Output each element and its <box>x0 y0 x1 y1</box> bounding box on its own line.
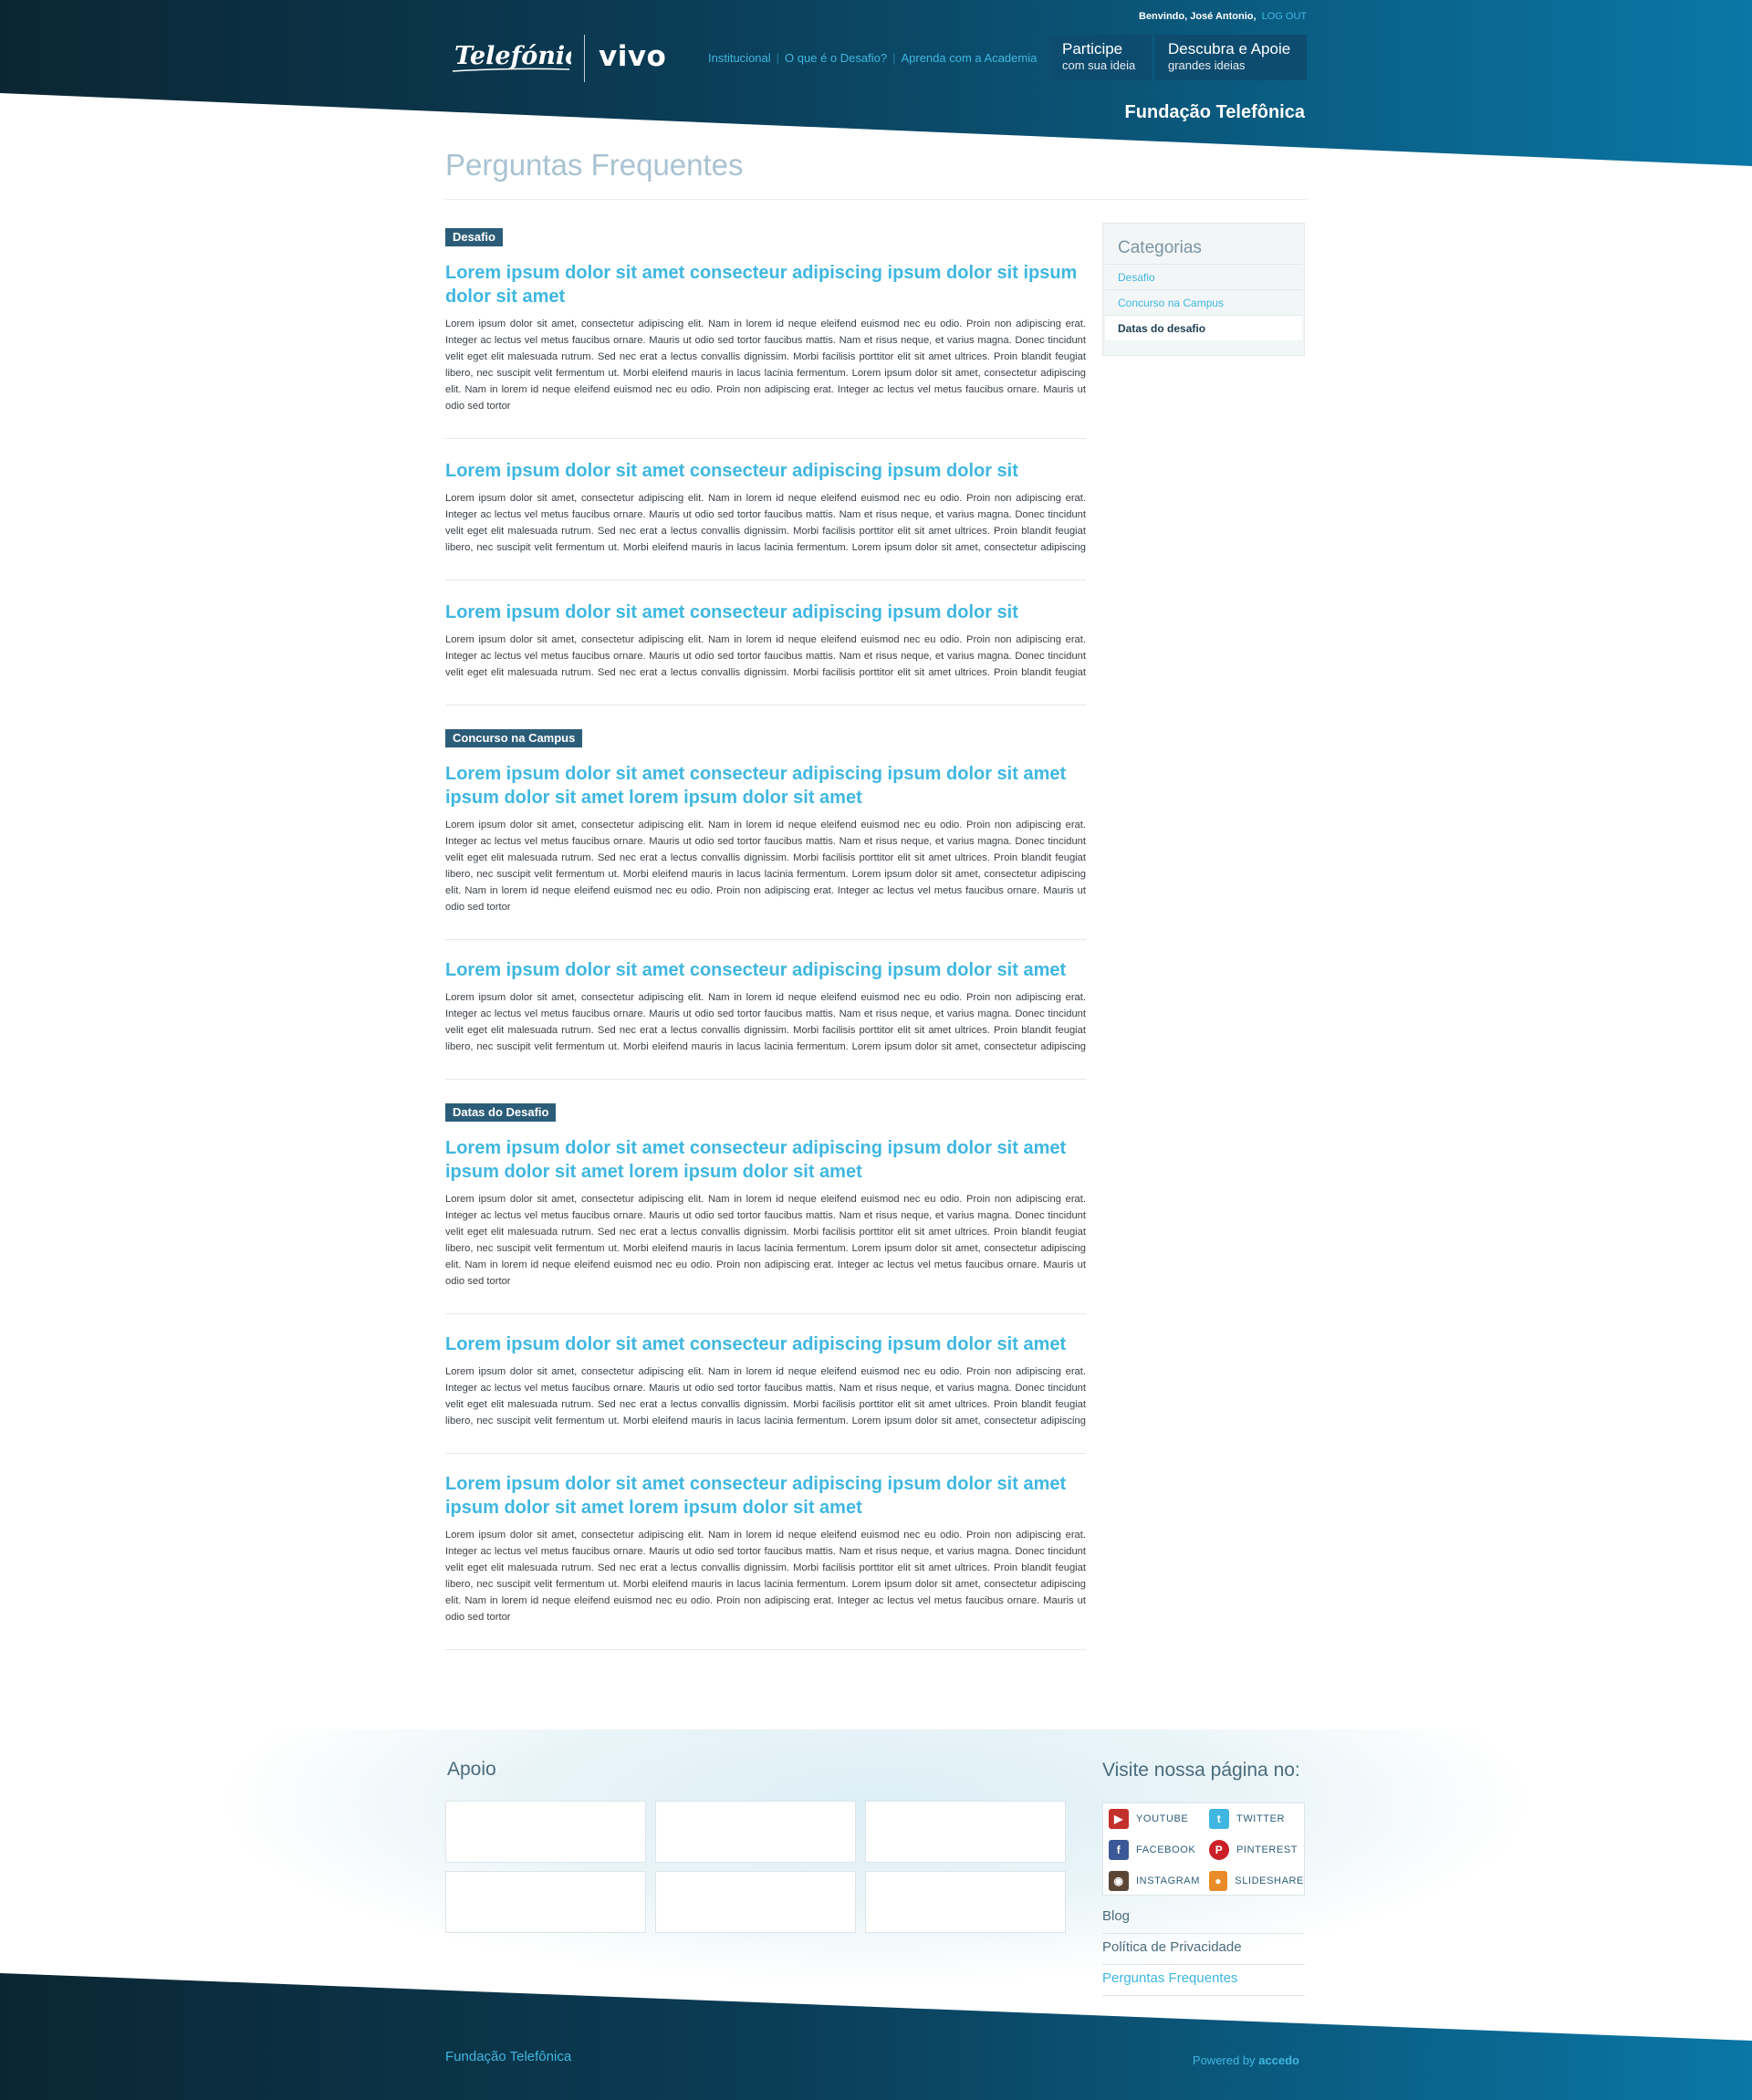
participe-subtitle: com sua ideia <box>1062 58 1136 72</box>
title-divider <box>445 199 1307 200</box>
faq-question[interactable]: Lorem ipsum dolor sit amet consecteur ad… <box>445 1136 1086 1184</box>
footer-link-privacy[interactable]: Política de Privacidade <box>1102 1934 1305 1965</box>
telefonica-logo[interactable]: Telefónica <box>451 35 571 78</box>
faq-answer: Lorem ipsum dolor sit amet, consectetur … <box>445 493 1086 553</box>
nav-o-que-e-o-desafio[interactable]: O que é o Desafio? <box>785 51 887 65</box>
faq-item: Lorem ipsum dolor sit amet consecteur ad… <box>445 1136 1086 1314</box>
sponsor-logo-slot[interactable] <box>445 1871 646 1933</box>
category-tag-datas-do-desafio: Datas do Desafio <box>445 1103 557 1122</box>
sidebar-item-desafio[interactable]: Desafio <box>1105 264 1302 289</box>
faq-item: Lorem ipsum dolor sit amet consecteur ad… <box>445 459 1086 580</box>
social-label: PINTEREST <box>1236 1844 1298 1855</box>
page-title: Perguntas Frequentes <box>445 148 744 182</box>
youtube-icon: ▶ <box>1109 1809 1129 1829</box>
powered-by-label: Powered by <box>1192 2053 1256 2067</box>
faq-answer: Lorem ipsum dolor sit amet, consectetur … <box>445 319 1086 412</box>
social-pinterest[interactable]: P PINTEREST <box>1204 1834 1304 1865</box>
social-label: TWITTER <box>1236 1813 1286 1824</box>
social-slideshare[interactable]: ● SLIDESHARE <box>1204 1865 1304 1896</box>
social-label: SLIDESHARE <box>1235 1875 1304 1886</box>
social-twitter[interactable]: t TWITTER <box>1204 1803 1304 1834</box>
faq-question[interactable]: Lorem ipsum dolor sit amet consecteur ad… <box>445 459 1086 483</box>
faq-item: Lorem ipsum dolor sit amet consecteur ad… <box>445 1472 1086 1650</box>
footer-dark-background <box>0 1973 1752 2100</box>
faq-question[interactable]: Lorem ipsum dolor sit amet consecteur ad… <box>445 1472 1086 1520</box>
nav-institucional[interactable]: Institucional <box>708 51 771 65</box>
descubra-title: Descubra e Apoie <box>1168 40 1291 57</box>
apoio-title: Apoio <box>447 1759 496 1780</box>
social-label: YOUTUBE <box>1136 1813 1189 1824</box>
faq-question[interactable]: Lorem ipsum dolor sit amet consecteur ad… <box>445 762 1086 810</box>
footer-link-blog[interactable]: Blog <box>1102 1903 1305 1934</box>
header-background <box>0 0 1752 166</box>
sidebar-item-concurso-na-campus[interactable]: Concurso na Campus <box>1105 289 1302 315</box>
faq-question[interactable]: Lorem ipsum dolor sit amet consecteur ad… <box>445 261 1086 308</box>
descubra-apoie-button[interactable]: Descubra e Apoie grandes ideias <box>1155 35 1307 80</box>
nav-separator: | <box>776 51 780 65</box>
facebook-icon: f <box>1109 1840 1129 1860</box>
sidebar-title: Categorias <box>1118 238 1202 257</box>
faq-answer: Lorem ipsum dolor sit amet, consectetur … <box>445 820 1086 913</box>
faq-item: Lorem ipsum dolor sit amet consecteur ad… <box>445 1332 1086 1454</box>
powered-by: Powered by accedo <box>1132 2053 1299 2067</box>
social-facebook[interactable]: f FACEBOOK <box>1103 1834 1204 1865</box>
category-tag-concurso-na-campus: Concurso na Campus <box>445 729 583 747</box>
social-label: FACEBOOK <box>1136 1844 1196 1855</box>
welcome-text: Benvindo, José Antonio, LOG OUT <box>1139 11 1307 22</box>
slideshare-icon: ● <box>1209 1871 1228 1891</box>
categories-sidebar: Categorias Desafio Concurso na Campus Da… <box>1102 223 1305 356</box>
accedo-link[interactable]: accedo <box>1258 2053 1299 2067</box>
social-youtube[interactable]: ▶ YOUTUBE <box>1103 1803 1204 1834</box>
pinterest-icon: P <box>1209 1840 1229 1860</box>
faq-item: Lorem ipsum dolor sit amet consecteur ad… <box>445 601 1086 705</box>
faq-item: Lorem ipsum dolor sit amet consecteur ad… <box>445 261 1086 439</box>
faq-item: Lorem ipsum dolor sit amet consecteur ad… <box>445 762 1086 940</box>
vivo-logo[interactable]: vivo <box>599 40 666 73</box>
participe-button[interactable]: Participe com sua ideia <box>1049 35 1152 80</box>
faq-answer: Lorem ipsum dolor sit amet, consectetur … <box>445 992 1086 1052</box>
sponsor-logo-slot[interactable] <box>865 1871 1066 1933</box>
descubra-subtitle: grandes ideias <box>1168 58 1246 72</box>
faq-question[interactable]: Lorem ipsum dolor sit amet consecteur ad… <box>445 958 1086 982</box>
faq-item: Lorem ipsum dolor sit amet consecteur ad… <box>445 958 1086 1080</box>
participe-title: Participe <box>1062 40 1123 57</box>
logo-divider <box>584 35 585 82</box>
twitter-icon: t <box>1209 1809 1229 1829</box>
faq-content: Desafio Lorem ipsum dolor sit amet conse… <box>445 228 1086 1650</box>
faq-answer: Lorem ipsum dolor sit amet, consectetur … <box>445 634 1086 678</box>
faq-answer: Lorem ipsum dolor sit amet, consectetur … <box>445 1194 1086 1287</box>
sponsor-logo-slot[interactable] <box>865 1801 1066 1863</box>
category-tag-desafio: Desafio <box>445 228 503 246</box>
faq-answer: Lorem ipsum dolor sit amet, consectetur … <box>445 1530 1086 1623</box>
footer-brand[interactable]: Fundação Telefônica <box>445 2049 571 2064</box>
faq-answer: Lorem ipsum dolor sit amet, consectetur … <box>445 1366 1086 1426</box>
social-links: ▶ YOUTUBE t TWITTER f FACEBOOK P PINTERE… <box>1102 1802 1305 1896</box>
telefonica-logo-text: Telefónica <box>454 42 571 70</box>
sponsor-logo-slot[interactable] <box>655 1871 856 1933</box>
logout-link[interactable]: LOG OUT <box>1262 11 1308 22</box>
nav-aprenda-com-a-academia[interactable]: Aprenda com a Academia <box>901 51 1037 65</box>
visite-title: Visite nossa página no: <box>1102 1760 1300 1781</box>
nav-separator: | <box>892 51 896 65</box>
sidebar-item-datas-do-desafio[interactable]: Datas do desafio <box>1105 315 1302 340</box>
sponsor-logo-slot[interactable] <box>655 1801 856 1863</box>
sponsor-logo-slot[interactable] <box>445 1801 646 1863</box>
brand-title: Fundação Telefônica <box>1124 102 1305 122</box>
social-instagram[interactable]: ◉ INSTAGRAM <box>1103 1865 1204 1896</box>
instagram-icon: ◉ <box>1109 1871 1129 1891</box>
top-navigation: Institucional | O que é o Desafio? | Apr… <box>708 51 1037 65</box>
social-label: INSTAGRAM <box>1136 1875 1200 1886</box>
welcome-greeting: Benvindo, José Antonio, <box>1139 11 1257 22</box>
faq-question[interactable]: Lorem ipsum dolor sit amet consecteur ad… <box>445 1332 1086 1356</box>
faq-question[interactable]: Lorem ipsum dolor sit amet consecteur ad… <box>445 601 1086 624</box>
